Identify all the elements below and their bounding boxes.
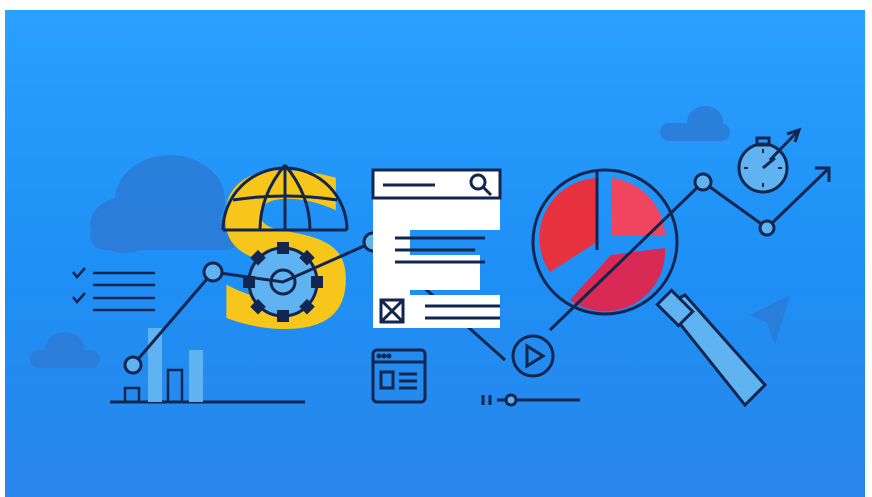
stopwatch-icon bbox=[737, 136, 789, 194]
letter-e bbox=[371, 168, 502, 328]
seo-scene: S bbox=[30, 106, 831, 408]
browser-window-icon bbox=[371, 348, 427, 404]
cloud-icon-small bbox=[30, 332, 100, 368]
pie-chart-icon bbox=[531, 168, 679, 316]
play-icon bbox=[511, 334, 555, 378]
magnifier-icon bbox=[655, 288, 768, 408]
checklist-icon bbox=[72, 267, 155, 312]
cursor-icon bbox=[750, 295, 790, 345]
cloud-icon-right bbox=[660, 106, 730, 141]
seo-illustration: S bbox=[5, 10, 865, 497]
slider-icon bbox=[481, 393, 580, 407]
